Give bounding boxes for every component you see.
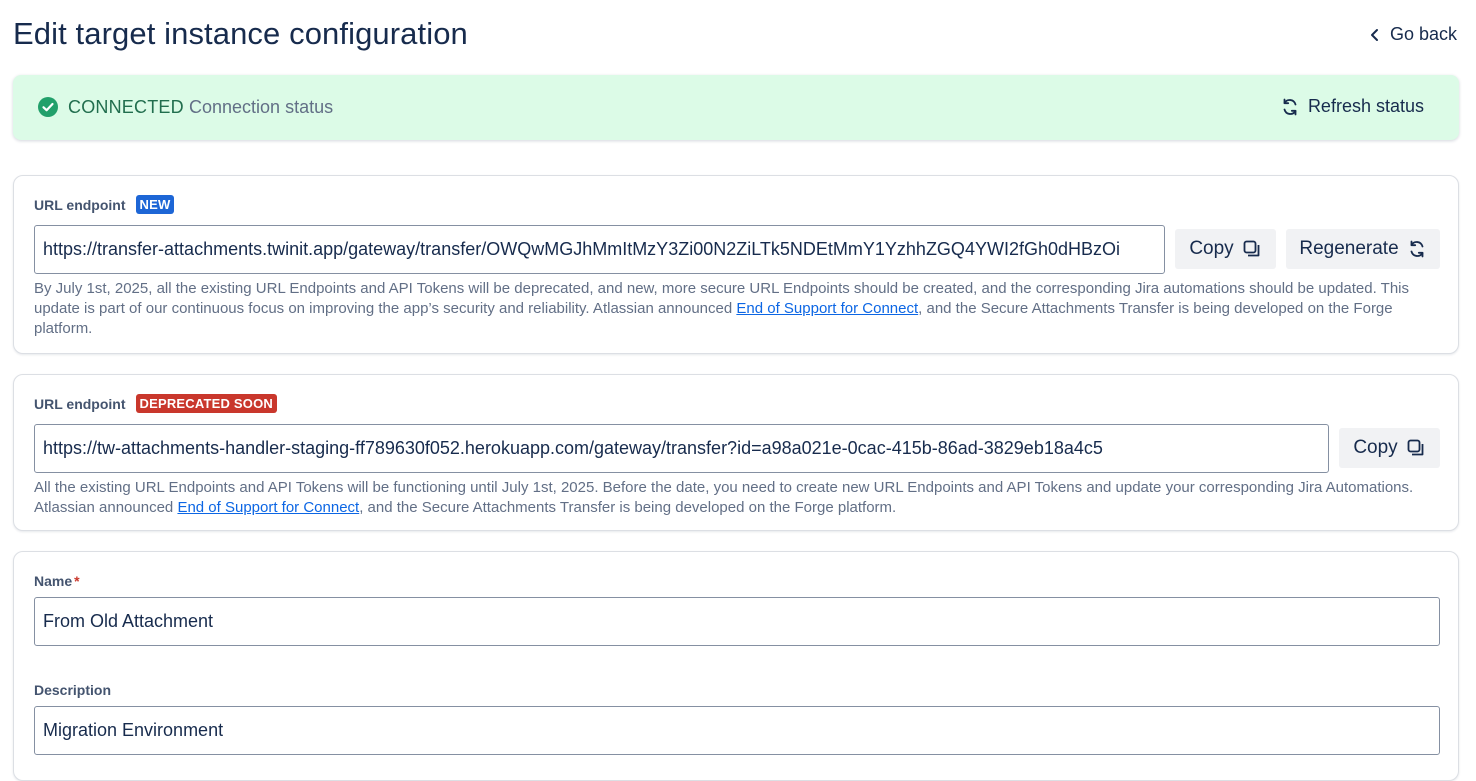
end-of-support-link[interactable]: End of Support for Connect (736, 300, 918, 317)
deprecated-badge: DEPRECATED SOON (135, 394, 278, 413)
new-endpoint-help: By July 1st, 2025, all the existing URL … (34, 279, 1434, 339)
name-label-text: Name (34, 573, 73, 589)
instance-form-card: Name * From Old Attachment Description M… (13, 551, 1459, 781)
copy-icon (1407, 439, 1424, 456)
refresh-status-label: Refresh status (1307, 96, 1424, 116)
refresh-icon (1283, 98, 1297, 115)
go-back-label: Go back (1389, 24, 1457, 44)
old-endpoint-help: All the existing URL Endpoints and API T… (34, 478, 1434, 518)
old-endpoint-label: URL endpoint DEPRECATED SOON (34, 394, 278, 413)
description-input[interactable]: Migration Environment (34, 706, 1440, 755)
copy-new-endpoint-button[interactable]: Copy (1175, 229, 1276, 269)
status-label: CONNECTED (68, 97, 184, 117)
copy-icon (1243, 240, 1260, 257)
connection-status-banner: CONNECTED Connection status Refresh stat… (13, 75, 1459, 140)
name-input[interactable]: From Old Attachment (34, 597, 1440, 646)
old-endpoint-card: URL endpoint DEPRECATED SOON https://tw-… (13, 374, 1459, 531)
page-header: Edit target instance configuration Go ba… (13, 14, 1463, 58)
new-badge: NEW (135, 195, 175, 214)
go-back-link[interactable]: Go back (1368, 24, 1457, 45)
name-label: Name * (34, 573, 80, 589)
regenerate-button[interactable]: Regenerate (1286, 229, 1440, 269)
refresh-icon (1410, 240, 1424, 258)
new-endpoint-label: URL endpoint NEW (34, 195, 175, 214)
copy-old-endpoint-button[interactable]: Copy (1339, 428, 1440, 468)
description-label: Description (34, 682, 112, 698)
page-title: Edit target instance configuration (13, 16, 468, 51)
copy-label: Copy (1353, 437, 1398, 458)
old-endpoint-label-text: URL endpoint (34, 395, 126, 412)
regenerate-label: Regenerate (1299, 238, 1399, 259)
new-endpoint-card: URL endpoint NEW https://transfer-attach… (13, 175, 1459, 354)
chevron-left-icon (1370, 28, 1378, 41)
old-endpoint-input[interactable]: https://tw-attachments-handler-staging-f… (34, 424, 1329, 473)
refresh-status-button[interactable]: Refresh status (1280, 96, 1424, 117)
copy-label: Copy (1189, 238, 1234, 259)
end-of-support-link[interactable]: End of Support for Connect (177, 499, 359, 516)
help-text-after: , and the Secure Attachments Transfer is… (359, 499, 897, 516)
check-circle-icon (38, 97, 58, 117)
new-endpoint-input[interactable]: https://transfer-attachments.twinit.app/… (34, 225, 1165, 274)
status-description: Connection status (189, 97, 334, 117)
new-endpoint-label-text: URL endpoint (34, 196, 126, 213)
required-marker: * (74, 573, 80, 589)
